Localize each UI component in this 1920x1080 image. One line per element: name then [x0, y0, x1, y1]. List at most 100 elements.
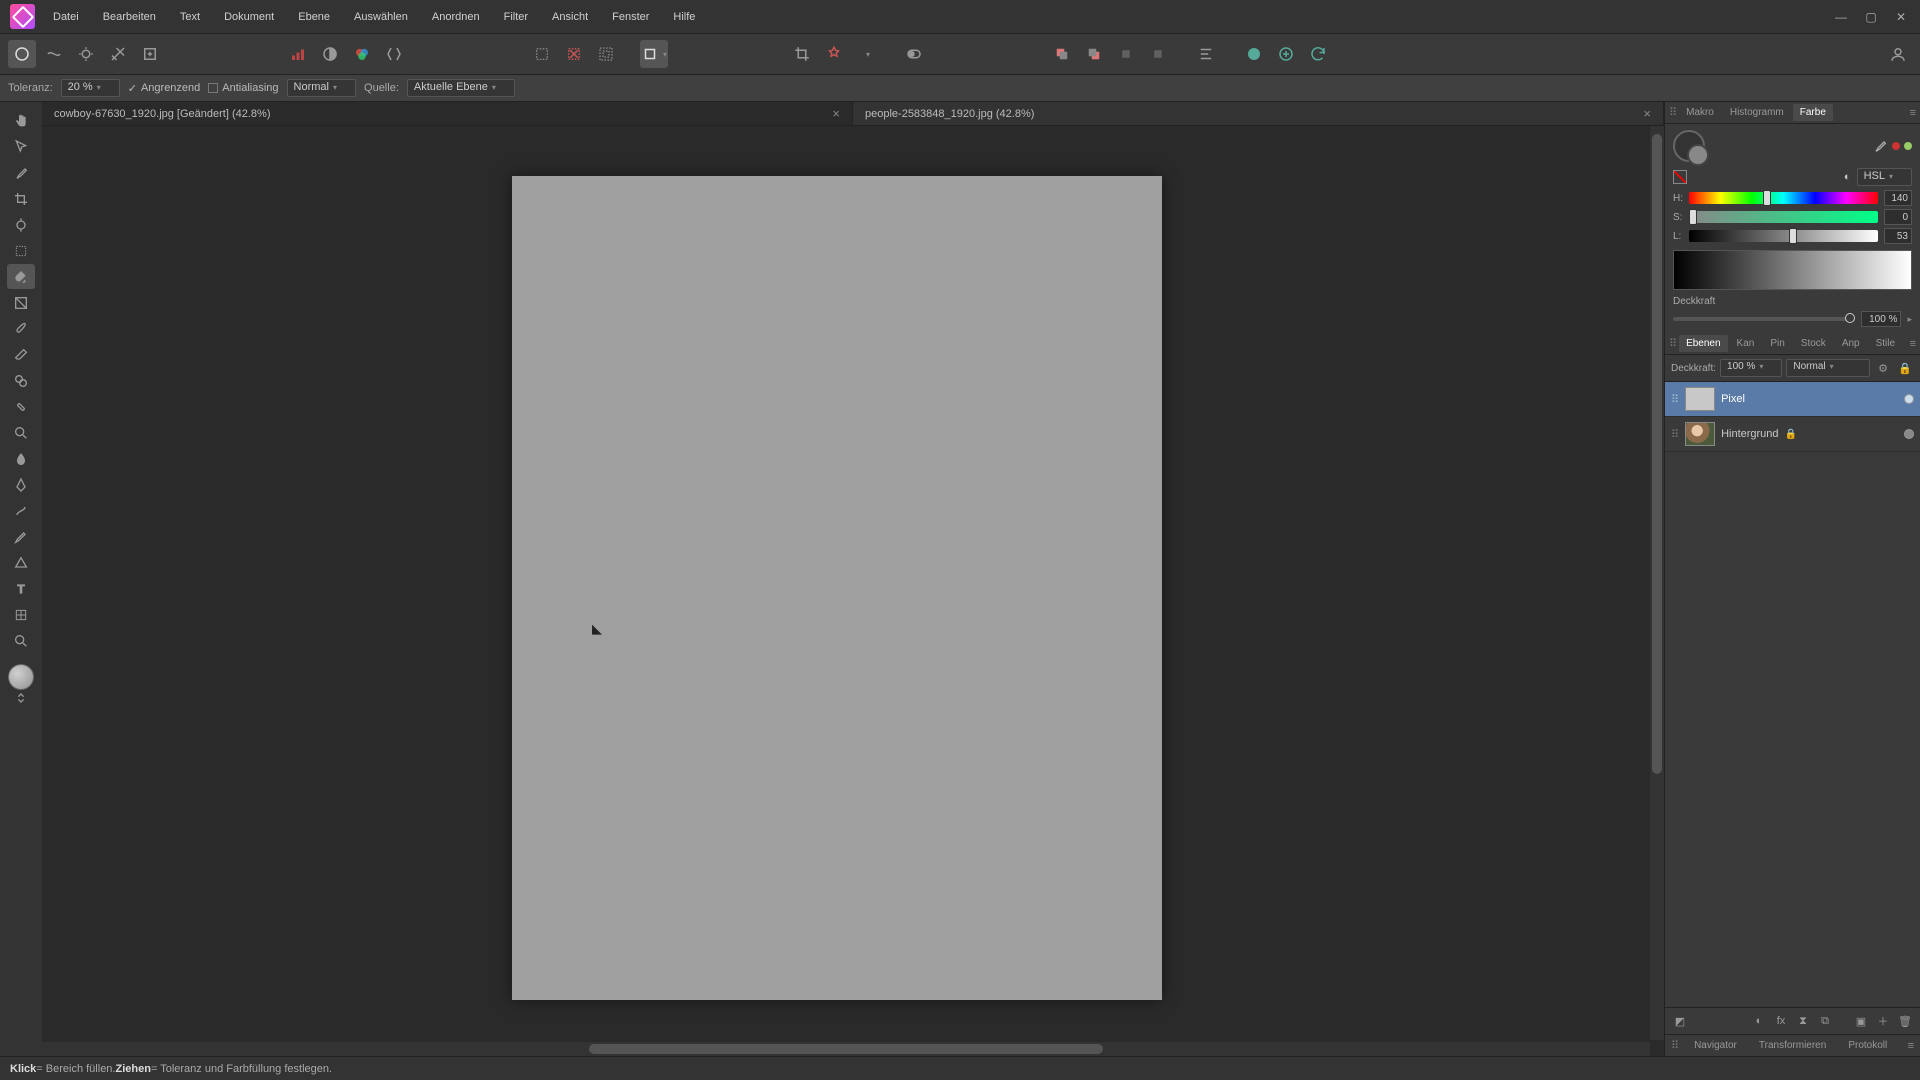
dodge-tool[interactable]: [7, 420, 35, 445]
layer-row[interactable]: ⠿ Hintergrund 🔒: [1665, 417, 1920, 452]
persona-export-icon[interactable]: [136, 40, 164, 68]
tab-stile[interactable]: Stile: [1869, 335, 1902, 352]
tab-pin[interactable]: Pin: [1763, 335, 1791, 352]
autowb-icon[interactable]: [380, 40, 408, 68]
persona-photo-icon[interactable]: [8, 40, 36, 68]
lig-value[interactable]: [1884, 228, 1912, 244]
minimize-button[interactable]: —: [1826, 4, 1856, 29]
panel-menu-icon[interactable]: ≡: [1910, 107, 1916, 119]
panel-menu-icon[interactable]: ≡: [1908, 1040, 1914, 1052]
vertical-scrollbar[interactable]: [1650, 126, 1664, 1040]
layer-blend-select[interactable]: Normal: [1786, 359, 1870, 377]
shape-tool[interactable]: [7, 550, 35, 575]
mesh-tool[interactable]: [7, 602, 35, 627]
tab-histogramm[interactable]: Histogramm: [1723, 104, 1791, 121]
menu-ansicht[interactable]: Ansicht: [540, 3, 600, 31]
smudge-tool[interactable]: [7, 498, 35, 523]
menu-bearbeiten[interactable]: Bearbeiten: [91, 3, 168, 31]
menu-hilfe[interactable]: Hilfe: [661, 3, 707, 31]
menu-fenster[interactable]: Fenster: [600, 3, 661, 31]
gradient-tool[interactable]: [7, 290, 35, 315]
autocontrast-icon[interactable]: [316, 40, 344, 68]
addlive-icon[interactable]: [1272, 40, 1300, 68]
layer-opacity-value[interactable]: 100 %: [1720, 359, 1782, 377]
layer-lock-icon[interactable]: 🔒: [1785, 429, 1797, 440]
layer-thumbnail[interactable]: [1685, 422, 1715, 446]
scrollbar-thumb[interactable]: [1652, 134, 1662, 774]
tab-transformieren[interactable]: Transformieren: [1752, 1037, 1833, 1054]
layer-thumbnail[interactable]: [1685, 387, 1715, 411]
layer-name[interactable]: Hintergrund: [1721, 428, 1778, 440]
menu-datei[interactable]: Datei: [41, 3, 91, 31]
opacity-chevron-icon[interactable]: ▸: [1907, 314, 1912, 325]
persona-tonemap-icon[interactable]: [104, 40, 132, 68]
color-model-select[interactable]: HSL: [1857, 168, 1912, 186]
tab-ebenen[interactable]: Ebenen: [1679, 335, 1727, 352]
menu-text[interactable]: Text: [168, 3, 212, 31]
canvas[interactable]: [512, 176, 1162, 1000]
text-tool[interactable]: [7, 576, 35, 601]
retouch-tool[interactable]: [7, 524, 35, 549]
canvas-viewport[interactable]: ◣: [42, 126, 1664, 1056]
refine-dropdown[interactable]: [852, 40, 880, 68]
selection-invert-icon[interactable]: [592, 40, 620, 68]
tab-kan[interactable]: Kan: [1730, 335, 1762, 352]
burn-tool[interactable]: [7, 446, 35, 471]
selection-new-icon[interactable]: [528, 40, 556, 68]
hand-tool[interactable]: [7, 108, 35, 133]
tab-makro[interactable]: Makro: [1679, 104, 1721, 121]
layer-name[interactable]: Pixel: [1721, 393, 1745, 405]
persona-liquify-icon[interactable]: [40, 40, 68, 68]
colorpicker-tool[interactable]: [7, 160, 35, 185]
account-icon[interactable]: [1884, 40, 1912, 68]
toggle-ui-icon[interactable]: [900, 40, 928, 68]
antialias-checkbox[interactable]: Antialiasing: [208, 82, 278, 94]
blendmode-select[interactable]: Normal: [287, 79, 356, 97]
lig-slider[interactable]: [1689, 230, 1878, 242]
crop-layer-icon[interactable]: ⧉: [1816, 1012, 1834, 1030]
mask-icon[interactable]: ◩: [1671, 1012, 1689, 1030]
layer-drag-icon[interactable]: ⠿: [1671, 393, 1679, 406]
layer-row[interactable]: ⠿ Pixel: [1665, 382, 1920, 417]
tab-protokoll[interactable]: Protokoll: [1841, 1037, 1894, 1054]
autocolors-icon[interactable]: [348, 40, 376, 68]
color-gradient-strip[interactable]: [1673, 250, 1912, 290]
group-icon[interactable]: ▣: [1852, 1012, 1870, 1030]
selection-brush-tool[interactable]: [7, 212, 35, 237]
sat-value[interactable]: [1884, 209, 1912, 225]
menu-anordnen[interactable]: Anordnen: [420, 3, 492, 31]
maximize-button[interactable]: ▢: [1856, 4, 1886, 29]
menu-dokument[interactable]: Dokument: [212, 3, 286, 31]
arrange-forward-icon[interactable]: [1112, 40, 1140, 68]
selection-deselect-icon[interactable]: [560, 40, 588, 68]
sat-slider[interactable]: [1689, 211, 1878, 223]
brush-tool[interactable]: [7, 316, 35, 341]
recent-color-dot[interactable]: [1892, 142, 1900, 150]
arrange-backward-icon[interactable]: [1144, 40, 1172, 68]
add-layer-icon[interactable]: ＋: [1874, 1012, 1892, 1030]
erase-tool[interactable]: [7, 342, 35, 367]
tab-close-icon[interactable]: ×: [832, 106, 840, 121]
layer-visibility-icon[interactable]: [1904, 429, 1914, 439]
tab-stock[interactable]: Stock: [1794, 335, 1833, 352]
clone-tool[interactable]: [7, 368, 35, 393]
adjustment-icon[interactable]: ◐: [1750, 1012, 1768, 1030]
quickmask-dropdown[interactable]: [640, 40, 668, 68]
delete-layer-icon[interactable]: 🗑: [1896, 1012, 1914, 1030]
autolevels-icon[interactable]: [284, 40, 312, 68]
tab-navigator[interactable]: Navigator: [1687, 1037, 1744, 1054]
refine-icon[interactable]: [820, 40, 848, 68]
livefilter-icon[interactable]: ⧗: [1794, 1012, 1812, 1030]
menu-ebene[interactable]: Ebene: [286, 3, 342, 31]
layer-lock-icon[interactable]: 🔒: [1896, 359, 1914, 377]
source-select[interactable]: Aktuelle Ebene: [407, 79, 515, 97]
foreground-color-well[interactable]: [8, 664, 34, 690]
heal-tool[interactable]: [7, 394, 35, 419]
crop-icon[interactable]: [788, 40, 816, 68]
color-swatch[interactable]: [1673, 130, 1705, 162]
opacity-value[interactable]: [1861, 311, 1901, 327]
opacity-slider[interactable]: [1673, 317, 1855, 321]
layer-drag-icon[interactable]: ⠿: [1671, 428, 1679, 441]
menu-filter[interactable]: Filter: [492, 3, 540, 31]
pen-tool[interactable]: [7, 472, 35, 497]
